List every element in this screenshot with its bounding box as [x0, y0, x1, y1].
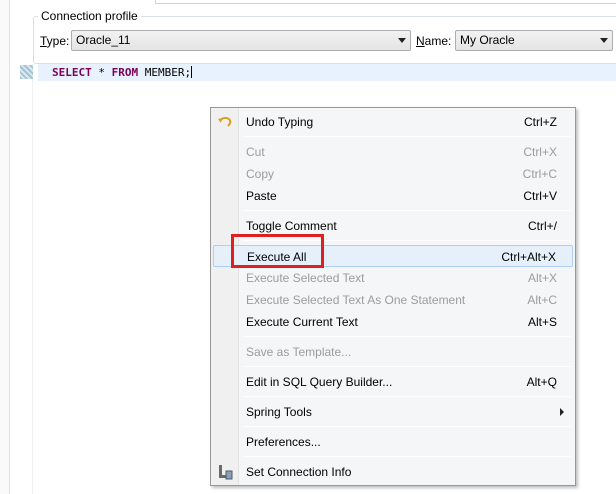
- type-combo-value: Oracle_11: [76, 33, 131, 47]
- menu-separator: [243, 210, 571, 211]
- menu-item-label: Spring Tools: [246, 405, 312, 419]
- menu-item-spring-tools[interactable]: Spring Tools: [213, 401, 573, 423]
- menu-item-label: Execute Current Text: [246, 315, 358, 329]
- chevron-right-icon: [560, 408, 564, 416]
- name-combo-value: My Oracle: [460, 33, 515, 47]
- menu-item-edit-in-sql-query-builder[interactable]: Edit in SQL Query Builder... Alt+Q: [213, 371, 573, 393]
- menu-item-label: Preferences...: [246, 435, 321, 449]
- menu-item-label: Execute Selected Text As One Statement: [246, 293, 466, 307]
- menu-item-execute-selected-text[interactable]: Execute Selected Text Alt+X: [213, 267, 573, 289]
- menu-item-shortcut: Ctrl+Alt+X: [501, 250, 556, 264]
- menu-item-label: Set Connection Info: [246, 465, 352, 479]
- menu-separator: [243, 396, 571, 397]
- name-label: Name:: [416, 34, 452, 48]
- sql-keyword: FROM: [111, 66, 139, 79]
- menu-item-shortcut: Ctrl+X: [523, 145, 557, 159]
- menu-separator: [243, 456, 571, 457]
- menu-separator: [243, 136, 571, 137]
- menu-item-shortcut: Ctrl+C: [522, 167, 557, 181]
- type-label: Type:: [40, 34, 70, 48]
- menu-item-execute-current-text[interactable]: Execute Current Text Alt+S: [213, 311, 573, 333]
- menu-item-label: Save as Template...: [246, 345, 352, 359]
- sql-code-line[interactable]: SELECT * FROM MEMBER;: [52, 66, 193, 79]
- execute-all-highlight-box: [231, 234, 324, 268]
- sql-keyword: SELECT: [52, 66, 92, 79]
- text-caret: [191, 66, 193, 78]
- left-edge-strip: [0, 0, 10, 494]
- menu-item-label: Edit in SQL Query Builder...: [246, 375, 393, 389]
- menu-item-cut[interactable]: Cut Ctrl+X: [213, 141, 573, 163]
- connection-profile-legend: Connection profile: [38, 9, 141, 23]
- sql-text: MEMBER;: [138, 66, 192, 79]
- menu-item-copy[interactable]: Copy Ctrl+C: [213, 163, 573, 185]
- top-tab-border-left: [155, 0, 156, 4]
- menu-item-save-as-template[interactable]: Save as Template...: [213, 341, 573, 363]
- menu-item-execute-selected-text-one-statement[interactable]: Execute Selected Text As One Statement A…: [213, 289, 573, 311]
- undo-icon: [218, 116, 232, 127]
- connection-info-icon: [219, 465, 233, 480]
- menu-item-label: Execute Selected Text: [246, 271, 365, 285]
- menu-item-shortcut: Alt+S: [527, 315, 557, 329]
- type-combo[interactable]: Oracle_11: [71, 30, 411, 51]
- menu-item-undo-typing[interactable]: Undo Typing Ctrl+Z: [213, 111, 573, 133]
- sql-editor-window: Connection profile Type: Oracle_11 Name:…: [0, 0, 616, 494]
- menu-separator: [243, 336, 571, 337]
- menu-item-label: Paste: [246, 189, 277, 203]
- editor-left-rule: [32, 64, 33, 494]
- menu-item-shortcut: Alt+Q: [526, 375, 557, 389]
- menu-separator: [243, 426, 571, 427]
- chevron-down-icon[interactable]: [600, 38, 608, 43]
- sql-text: *: [91, 66, 112, 79]
- menu-separator: [243, 366, 571, 367]
- chevron-down-icon[interactable]: [398, 38, 406, 43]
- gutter-marker-icon: [20, 65, 33, 79]
- name-combo[interactable]: My Oracle: [455, 30, 613, 51]
- context-menu: Undo Typing Ctrl+Z Cut Ctrl+X Copy Ctrl+…: [210, 107, 576, 486]
- menu-item-label: Cut: [246, 145, 265, 159]
- menu-item-shortcut: Alt+C: [527, 293, 557, 307]
- menu-item-paste[interactable]: Paste Ctrl+V: [213, 185, 573, 207]
- menu-item-set-connection-info[interactable]: Set Connection Info: [213, 461, 573, 483]
- top-tab-border: [155, 0, 616, 4]
- menu-item-preferences[interactable]: Preferences...: [213, 431, 573, 453]
- menu-item-shortcut: Ctrl+Z: [524, 115, 557, 129]
- menu-item-shortcut: Alt+X: [527, 271, 557, 285]
- menu-item-shortcut: Ctrl+V: [523, 189, 557, 203]
- menu-item-label: Copy: [246, 167, 275, 181]
- menu-item-label: Undo Typing: [246, 115, 314, 129]
- menu-item-shortcut: Ctrl+/: [527, 219, 557, 233]
